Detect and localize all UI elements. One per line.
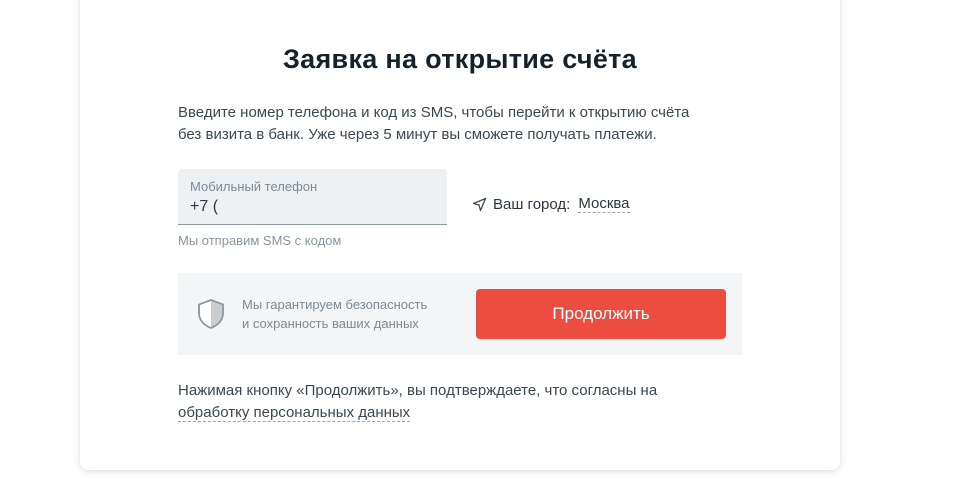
city-label: Ваш город: xyxy=(493,195,571,213)
security-line-2: и сохранность ваших данных xyxy=(242,316,419,331)
phone-input-label: Мобильный телефон xyxy=(190,179,318,194)
city-link[interactable]: Москва xyxy=(578,195,630,213)
intro-text: Введите номер телефона и код из SMS, что… xyxy=(178,102,738,146)
intro-line-1: Введите номер телефона и код из SMS, что… xyxy=(178,104,690,121)
security-panel: Мы гарантируем безопасность и сохранност… xyxy=(178,273,742,355)
phone-input[interactable]: Мобильный телефон +7 ( xyxy=(178,169,447,225)
security-line-1: Мы гарантируем безопасность xyxy=(242,297,428,312)
phone-input-value[interactable]: +7 ( xyxy=(190,198,218,216)
phone-hint: Мы отправим SMS с кодом xyxy=(178,233,342,248)
personal-data-link[interactable]: обработку персональных данных xyxy=(178,404,411,422)
account-opening-card: Заявка на открытие счёта Введите номер т… xyxy=(80,0,840,470)
continue-button[interactable]: Продолжить xyxy=(476,289,726,339)
shield-icon xyxy=(196,298,226,330)
page-title: Заявка на открытие счёта xyxy=(282,44,638,74)
intro-line-2: без визита в банк. Уже через 5 минут вы … xyxy=(178,126,657,143)
security-text: Мы гарантируем безопасность и сохранност… xyxy=(242,295,462,333)
city-selector: Ваш город: Москва xyxy=(472,195,630,213)
consent-line: Нажимая кнопку «Продолжить», вы подтверж… xyxy=(178,382,658,399)
consent-text: Нажимая кнопку «Продолжить», вы подтверж… xyxy=(178,380,738,424)
location-arrow-icon xyxy=(472,197,487,212)
